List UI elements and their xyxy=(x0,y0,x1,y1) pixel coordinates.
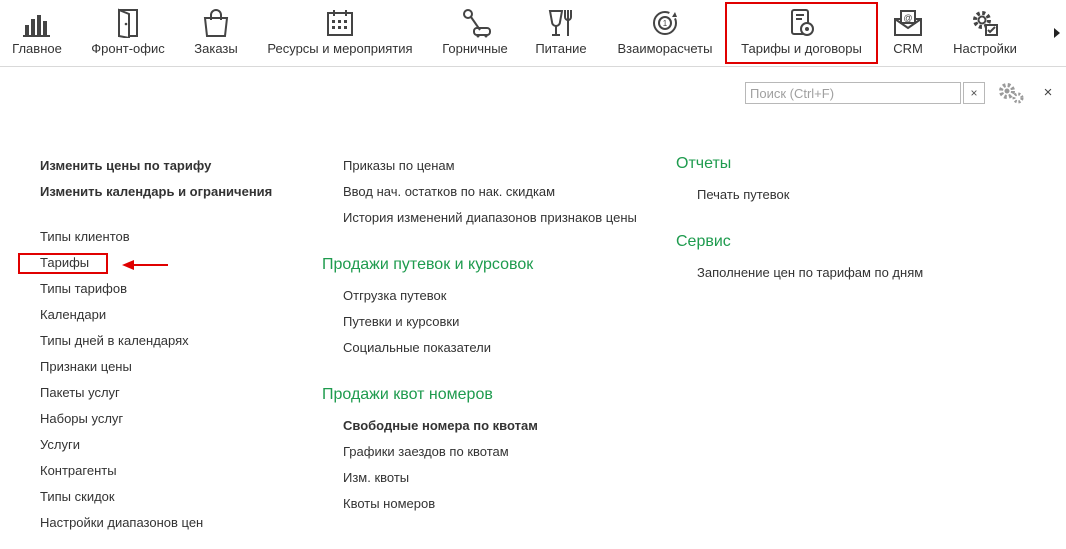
nav-item-main[interactable]: Главное xyxy=(2,0,72,66)
nav-item-orders[interactable]: Заказы xyxy=(186,0,246,66)
link-fill-daily-prices[interactable]: Заполнение цен по тарифам по дням xyxy=(697,265,923,280)
link-price-range-settings[interactable]: Настройки диапазонов цен xyxy=(40,515,203,530)
nav-item-resources[interactable]: Ресурсы и мероприятия xyxy=(262,0,418,66)
bar-chart-icon xyxy=(23,6,51,40)
close-icon: × xyxy=(1043,83,1053,101)
circular-arrows-icon: 1 xyxy=(649,6,681,40)
link-calendar-day-types[interactable]: Типы дней в календарях xyxy=(40,333,189,348)
link-price-attributes[interactable]: Признаки цены xyxy=(40,359,132,374)
section-title-reports: Отчеты xyxy=(676,155,732,172)
tariffs-highlight-box xyxy=(18,253,108,274)
link-price-range-history[interactable]: История изменений диапазонов признаков ц… xyxy=(343,210,637,225)
close-button[interactable]: × xyxy=(1038,82,1058,102)
link-calendars[interactable]: Календари xyxy=(40,307,106,322)
svg-text:1: 1 xyxy=(663,19,668,28)
nav-item-crm[interactable]: @ CRM xyxy=(886,0,930,66)
link-services[interactable]: Услуги xyxy=(40,437,80,452)
nav-label: Фронт-офис xyxy=(91,41,165,56)
settings-gear-button[interactable] xyxy=(996,80,1026,106)
nav-item-tariffs[interactable]: Тарифы и договоры xyxy=(725,0,878,66)
link-quota-change[interactable]: Изм. квоты xyxy=(343,470,409,485)
link-service-sets[interactable]: Наборы услуг xyxy=(40,411,123,426)
gears-icon xyxy=(970,6,1000,40)
search-input[interactable] xyxy=(745,82,961,104)
nav-label: Ресурсы и мероприятия xyxy=(267,41,413,56)
section-title-quota-sales: Продажи квот номеров xyxy=(322,386,493,403)
cup-fork-icon xyxy=(547,6,575,40)
top-navigation-bar: Главное Фронт-офис Заказы Ресурсы и меро… xyxy=(0,0,1066,67)
link-social-indicators[interactable]: Социальные показатели xyxy=(343,340,491,355)
link-voucher-shipment[interactable]: Отгрузка путевок xyxy=(343,288,446,303)
clear-icon: × xyxy=(970,86,978,100)
link-price-orders[interactable]: Приказы по ценам xyxy=(343,158,455,173)
nav-item-front-office[interactable]: Фронт-офис xyxy=(84,0,172,66)
link-change-calendar[interactable]: Изменить календарь и ограничения xyxy=(40,184,272,199)
link-client-types[interactable]: Типы клиентов xyxy=(40,229,130,244)
gear-icon xyxy=(999,83,1024,104)
triangle-right-icon xyxy=(1054,28,1060,38)
red-arrow-icon xyxy=(122,260,168,270)
nav-scroll-right-button[interactable] xyxy=(1048,0,1066,66)
link-service-packages[interactable]: Пакеты услуг xyxy=(40,385,120,400)
nav-label: Заказы xyxy=(194,41,238,56)
link-arrival-schedules[interactable]: Графики заездов по квотам xyxy=(343,444,509,459)
link-change-prices[interactable]: Изменить цены по тарифу xyxy=(40,158,211,173)
link-initial-balances[interactable]: Ввод нач. остатков по нак. скидкам xyxy=(343,184,555,199)
section-title-service: Сервис xyxy=(676,233,731,250)
link-room-quotas[interactable]: Квоты номеров xyxy=(343,496,435,511)
link-discount-types[interactable]: Типы скидок xyxy=(40,489,115,504)
link-counterparties[interactable]: Контрагенты xyxy=(40,463,117,478)
nav-item-settlements[interactable]: 1 Взаиморасчеты xyxy=(612,0,718,66)
nav-item-settings[interactable]: Настройки xyxy=(946,0,1024,66)
nav-label: Горничные xyxy=(442,41,508,56)
link-free-rooms-by-quota[interactable]: Свободные номера по квотам xyxy=(343,418,538,433)
search-clear-button[interactable]: × xyxy=(963,82,985,104)
nav-label: Питание xyxy=(535,41,587,56)
calendar-icon xyxy=(326,6,354,40)
envelope-at-icon: @ xyxy=(893,6,923,40)
link-tariff-types[interactable]: Типы тарифов xyxy=(40,281,127,296)
nav-label: Главное xyxy=(12,41,62,56)
link-vouchers[interactable]: Путевки и курсовки xyxy=(343,314,459,329)
nav-label: Взаиморасчеты xyxy=(617,41,713,56)
shopping-bag-icon xyxy=(202,6,230,40)
svg-text:@: @ xyxy=(903,13,912,23)
vacuum-cleaner-icon xyxy=(458,6,492,40)
nav-item-housekeeping[interactable]: Горничные xyxy=(436,0,514,66)
nav-item-food[interactable]: Питание xyxy=(530,0,592,66)
section-title-voucher-sales: Продажи путевок и курсовок xyxy=(322,256,534,273)
nav-label: CRM xyxy=(893,41,923,56)
active-highlight-frame xyxy=(725,2,878,64)
link-print-vouchers[interactable]: Печать путевок xyxy=(697,187,789,202)
nav-label: Настройки xyxy=(953,41,1017,56)
door-icon xyxy=(115,6,141,40)
